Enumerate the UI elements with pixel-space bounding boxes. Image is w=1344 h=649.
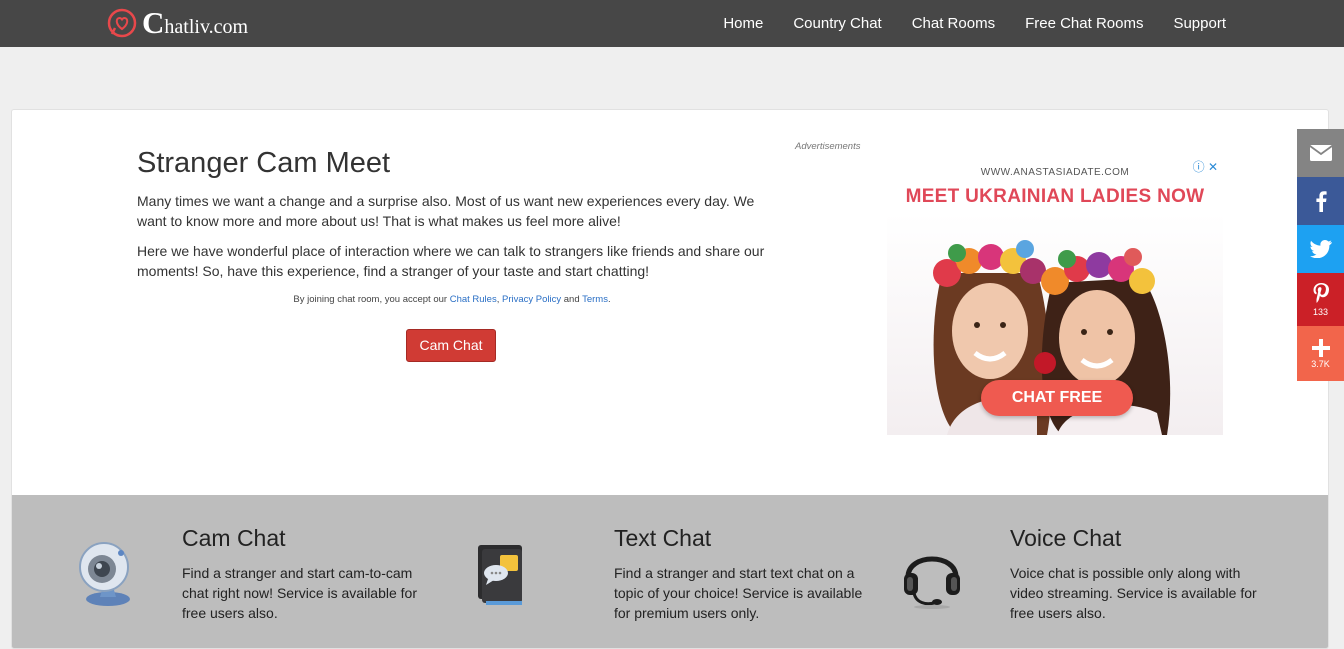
nav-home[interactable]: Home xyxy=(723,15,763,32)
envelope-icon xyxy=(1309,145,1332,161)
advertisements-label: Advertisements xyxy=(795,141,861,152)
intro-paragraph-1: Many times we want a change and a surpri… xyxy=(137,193,755,229)
terms-notice: By joining chat room, you accept our Cha… xyxy=(293,294,611,305)
chat-heart-logo-icon xyxy=(107,8,137,38)
top-navbar: Chatliv.com Home Country Chat Chat Rooms… xyxy=(0,0,1344,47)
ad-banner[interactable]: WWW.ANASTASIADATE.COM ⓘ ✕ MEET UKRAINIAN… xyxy=(887,155,1223,435)
terms-link[interactable]: Terms xyxy=(582,294,608,305)
site-logo[interactable]: Chatliv.com xyxy=(106,5,249,40)
share-pinterest-button[interactable]: 133 xyxy=(1297,273,1344,326)
ad-headline: MEET UKRAINIAN LADIES NOW xyxy=(905,186,1205,207)
facebook-icon xyxy=(1315,191,1327,212)
main-nav: Home Country Chat Chat Rooms Free Chat R… xyxy=(693,0,1226,47)
page-title: Stranger Cam Meet xyxy=(137,147,391,179)
feature-voice-chat: Voice Chat Voice chat is possible only a… xyxy=(1010,522,1272,623)
main-card: Stranger Cam Meet Many times we want a c… xyxy=(11,109,1329,649)
feature-text-chat: Text Chat Find a stranger and start text… xyxy=(614,522,876,623)
site-logo-text: Chatliv.com xyxy=(142,5,249,40)
nav-support[interactable]: Support xyxy=(1173,15,1226,32)
share-twitter-button[interactable] xyxy=(1297,225,1344,273)
intro-section: Stranger Cam Meet Many times we want a c… xyxy=(137,146,777,291)
plus-icon xyxy=(1311,338,1330,357)
chat-rules-link[interactable]: Chat Rules xyxy=(450,294,497,305)
intro-paragraph-2: Here we have wonderful place of interact… xyxy=(137,243,765,279)
webcam-icon xyxy=(79,542,130,606)
pinterest-icon xyxy=(1313,282,1329,303)
privacy-policy-link[interactable]: Privacy Policy xyxy=(502,294,561,305)
feature-cam-chat: Cam Chat Find a stranger and start cam-t… xyxy=(182,522,437,623)
cam-chat-button[interactable]: Cam Chat xyxy=(406,329,496,362)
text-chat-icon xyxy=(478,545,522,605)
ad-chat-free-button[interactable]: CHAT FREE xyxy=(981,380,1133,416)
feature-text-chat-text: Find a stranger and start text chat on a… xyxy=(614,565,863,621)
share-more-button[interactable]: 3.7K xyxy=(1297,326,1344,381)
share-facebook-button[interactable] xyxy=(1297,177,1344,225)
twitter-icon xyxy=(1309,240,1332,258)
feature-voice-chat-text: Voice chat is possible only along with v… xyxy=(1010,565,1257,621)
more-share-count: 3.7K xyxy=(1311,358,1330,369)
nav-free-chat-rooms[interactable]: Free Chat Rooms xyxy=(1025,15,1143,32)
feature-cam-chat-title: Cam Chat xyxy=(182,525,286,551)
features-band: Cam Chat Find a stranger and start cam-t… xyxy=(12,495,1328,648)
ad-info-close-icon[interactable]: ⓘ ✕ xyxy=(1193,158,1218,175)
pinterest-count: 133 xyxy=(1312,306,1329,317)
share-email-button[interactable] xyxy=(1297,129,1344,177)
headset-icon xyxy=(904,556,960,609)
nav-chat-rooms[interactable]: Chat Rooms xyxy=(912,15,995,32)
feature-voice-chat-title: Voice Chat xyxy=(1010,525,1122,551)
ad-url: WWW.ANASTASIADATE.COM xyxy=(980,167,1130,178)
nav-country-chat[interactable]: Country Chat xyxy=(793,15,881,32)
social-share-sidebar: 133 3.7K xyxy=(1297,129,1344,381)
feature-text-chat-title: Text Chat xyxy=(614,525,712,551)
feature-cam-chat-text: Find a stranger and start cam-to-cam cha… xyxy=(182,565,417,621)
